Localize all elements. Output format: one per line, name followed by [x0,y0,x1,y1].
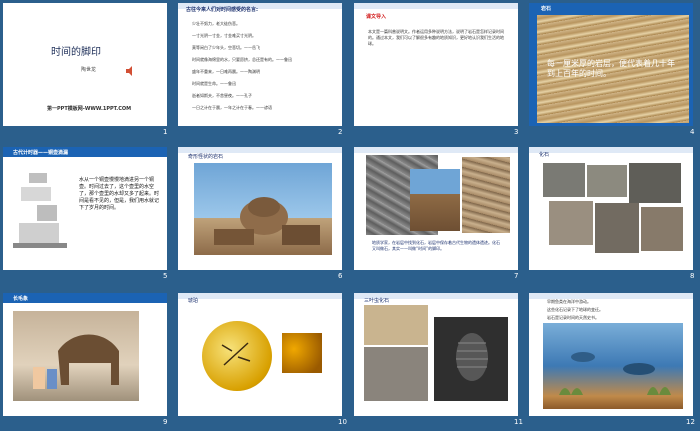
slide-2-bullet-8: 一日之计在于晨，一年之计在于春。——谚语 [192,105,272,110]
slide-3-topbar [354,3,518,9]
slide-12-bullet-2: 这些化石记录下了地球的变迁。 [547,307,603,312]
water-clock-image [11,171,69,249]
slide-2-bullet-6: 时间就是生命。——鲁迅 [192,81,236,86]
slide-number-9: 9 [163,418,168,426]
slide-10[interactable]: 琥珀 [178,293,342,416]
slide-2-bullet-7: 逝者如斯夫，不舍昼夜。——孔子 [192,93,252,98]
slide-2-bullet-4: 时间就像海绵里的水，只要愿挤，总还是有的。——鲁迅 [192,57,292,62]
fossil-photo-6 [641,207,683,251]
slide-number-8: 8 [690,272,695,280]
slide-9[interactable]: 长毛象 [3,293,167,416]
slide-5-header: 古代计时器——铜壶滴漏 [13,150,69,156]
slide-7-topbar [354,147,518,153]
slide-4-overlay: 每一厘米厚的岩层，便代表着几十年到上百年的时间。 [547,59,675,78]
slide-12-bullet-3: 岩石是记录时间的天然史书。 [547,315,599,320]
slide-4-header: 岩石 [541,6,552,12]
slide-number-10: 10 [338,418,347,426]
slide-4[interactable]: 岩石 每一厘米厚的岩层，便代表着几十年到上百年的时间。 [529,3,693,126]
slide-2-bullet-1: 少壮不努力，老大徒伤悲。 [192,21,240,26]
fossil-photo-4 [549,201,593,245]
slide-8[interactable]: 化石 [529,147,693,270]
slide-3[interactable]: 课文导入 本文是一篇科普说明文。作者运用多种说明方法，说明了岩石是怎样记录时间的… [354,3,518,126]
slide-1-title: 时间的脚印 [51,47,101,58]
slide-8-header: 化石 [539,152,550,158]
slide-number-5: 5 [163,272,168,280]
rock-formation-photo [194,163,332,255]
slide-2-title: 古往今来人们对时间感受的名言: [186,7,259,13]
slide-number-6: 6 [338,272,343,280]
slide-5[interactable]: 古代计时器——铜壶滴漏 水从一个铜壶慢慢地滴进另一个铜壶。时间过去了，这个壶里的… [3,147,167,270]
slide-2-bullet-5: 盛年不重来，一日难再晨。——陶渊明 [192,69,260,74]
slide-11-header: 三叶虫化石 [364,298,390,304]
strata-photo-2 [410,169,460,231]
slide-1-footer: 第一PPT模板网-WWW.1PPT.COM [47,106,132,112]
slide-2-bullet-3: 莫等闲白了少年头，空悲切。——岳飞 [192,45,260,50]
slide-number-12: 12 [686,418,695,426]
slide-2-bullet-2: 一寸光阴一寸金，寸金难买寸光阴。 [192,33,256,38]
fossil-photo-3 [629,163,681,203]
rock-strata-photo: 每一厘米厚的岩层，便代表着几十年到上百年的时间。 [537,15,689,123]
slide-number-4: 4 [690,128,695,136]
speaker-icon [125,61,135,76]
slide-6-header: 奇形怪状的岩石 [188,154,224,160]
trilobite-photo-2 [364,347,428,401]
amber-photo-1 [202,321,272,391]
slide-10-topbar [178,293,342,299]
slide-5-body: 水从一个铜壶慢慢地滴进另一个铜壶。时间过去了，这个壶里的水空了，那个壶里的水却又… [79,177,160,211]
slide-number-3: 3 [514,128,519,136]
slide-number-1: 1 [163,128,168,136]
fossil-photo-2 [587,165,627,197]
slide-12-bullet-1: 早期鱼类在海洋中游动。 [547,299,591,304]
slide-8-topbar [529,147,693,153]
slide-number-11: 11 [514,418,523,426]
strata-photo-3 [462,157,510,233]
slide-9-header: 长毛象 [13,296,29,302]
slide-6[interactable]: 奇形怪状的岩石 [178,147,342,270]
fossil-photo-5 [595,203,639,253]
fossil-photo-1 [543,163,585,197]
slide-number-2: 2 [338,128,343,136]
slide-3-body: 本文是一篇科普说明文。作者运用多种说明方法，说明了岩石是怎样记录时间的。通过本文… [368,29,504,46]
slide-7-caption: 地质学家，在岩层中找到化石，岩层中保存着古代生物的遗体遗迹。化石又叫做石，其实—… [372,240,500,251]
undersea-illustration [543,323,683,409]
amber-photo-2 [282,333,322,373]
slide-1[interactable]: 时间的脚印 陶世龙 第一PPT模板网-WWW.1PPT.COM [3,3,167,126]
slide-11[interactable]: 三叶虫化石 [354,293,518,416]
slide-7[interactable]: 地质学家，在岩层中找到化石，岩层中保存着古代生物的遗体遗迹。化石又叫做石，其实—… [354,147,518,270]
slide-number-7: 7 [514,272,519,280]
slide-3-header: 课文导入 [366,14,387,20]
slide-12[interactable]: 早期鱼类在海洋中游动。 这些化石记录下了地球的变迁。 岩石是记录时间的天然史书。 [529,293,693,416]
slide-1-author: 陶世龙 [81,67,97,73]
slide-10-header: 琥珀 [188,298,199,304]
trilobite-photo-1 [364,305,428,345]
slide-2[interactable]: 古往今来人们对时间感受的名言: 少壮不努力，老大徒伤悲。 一寸光阴一寸金，寸金难… [178,3,342,126]
museum-photo [13,311,139,401]
trilobite-photo-3 [434,317,508,401]
